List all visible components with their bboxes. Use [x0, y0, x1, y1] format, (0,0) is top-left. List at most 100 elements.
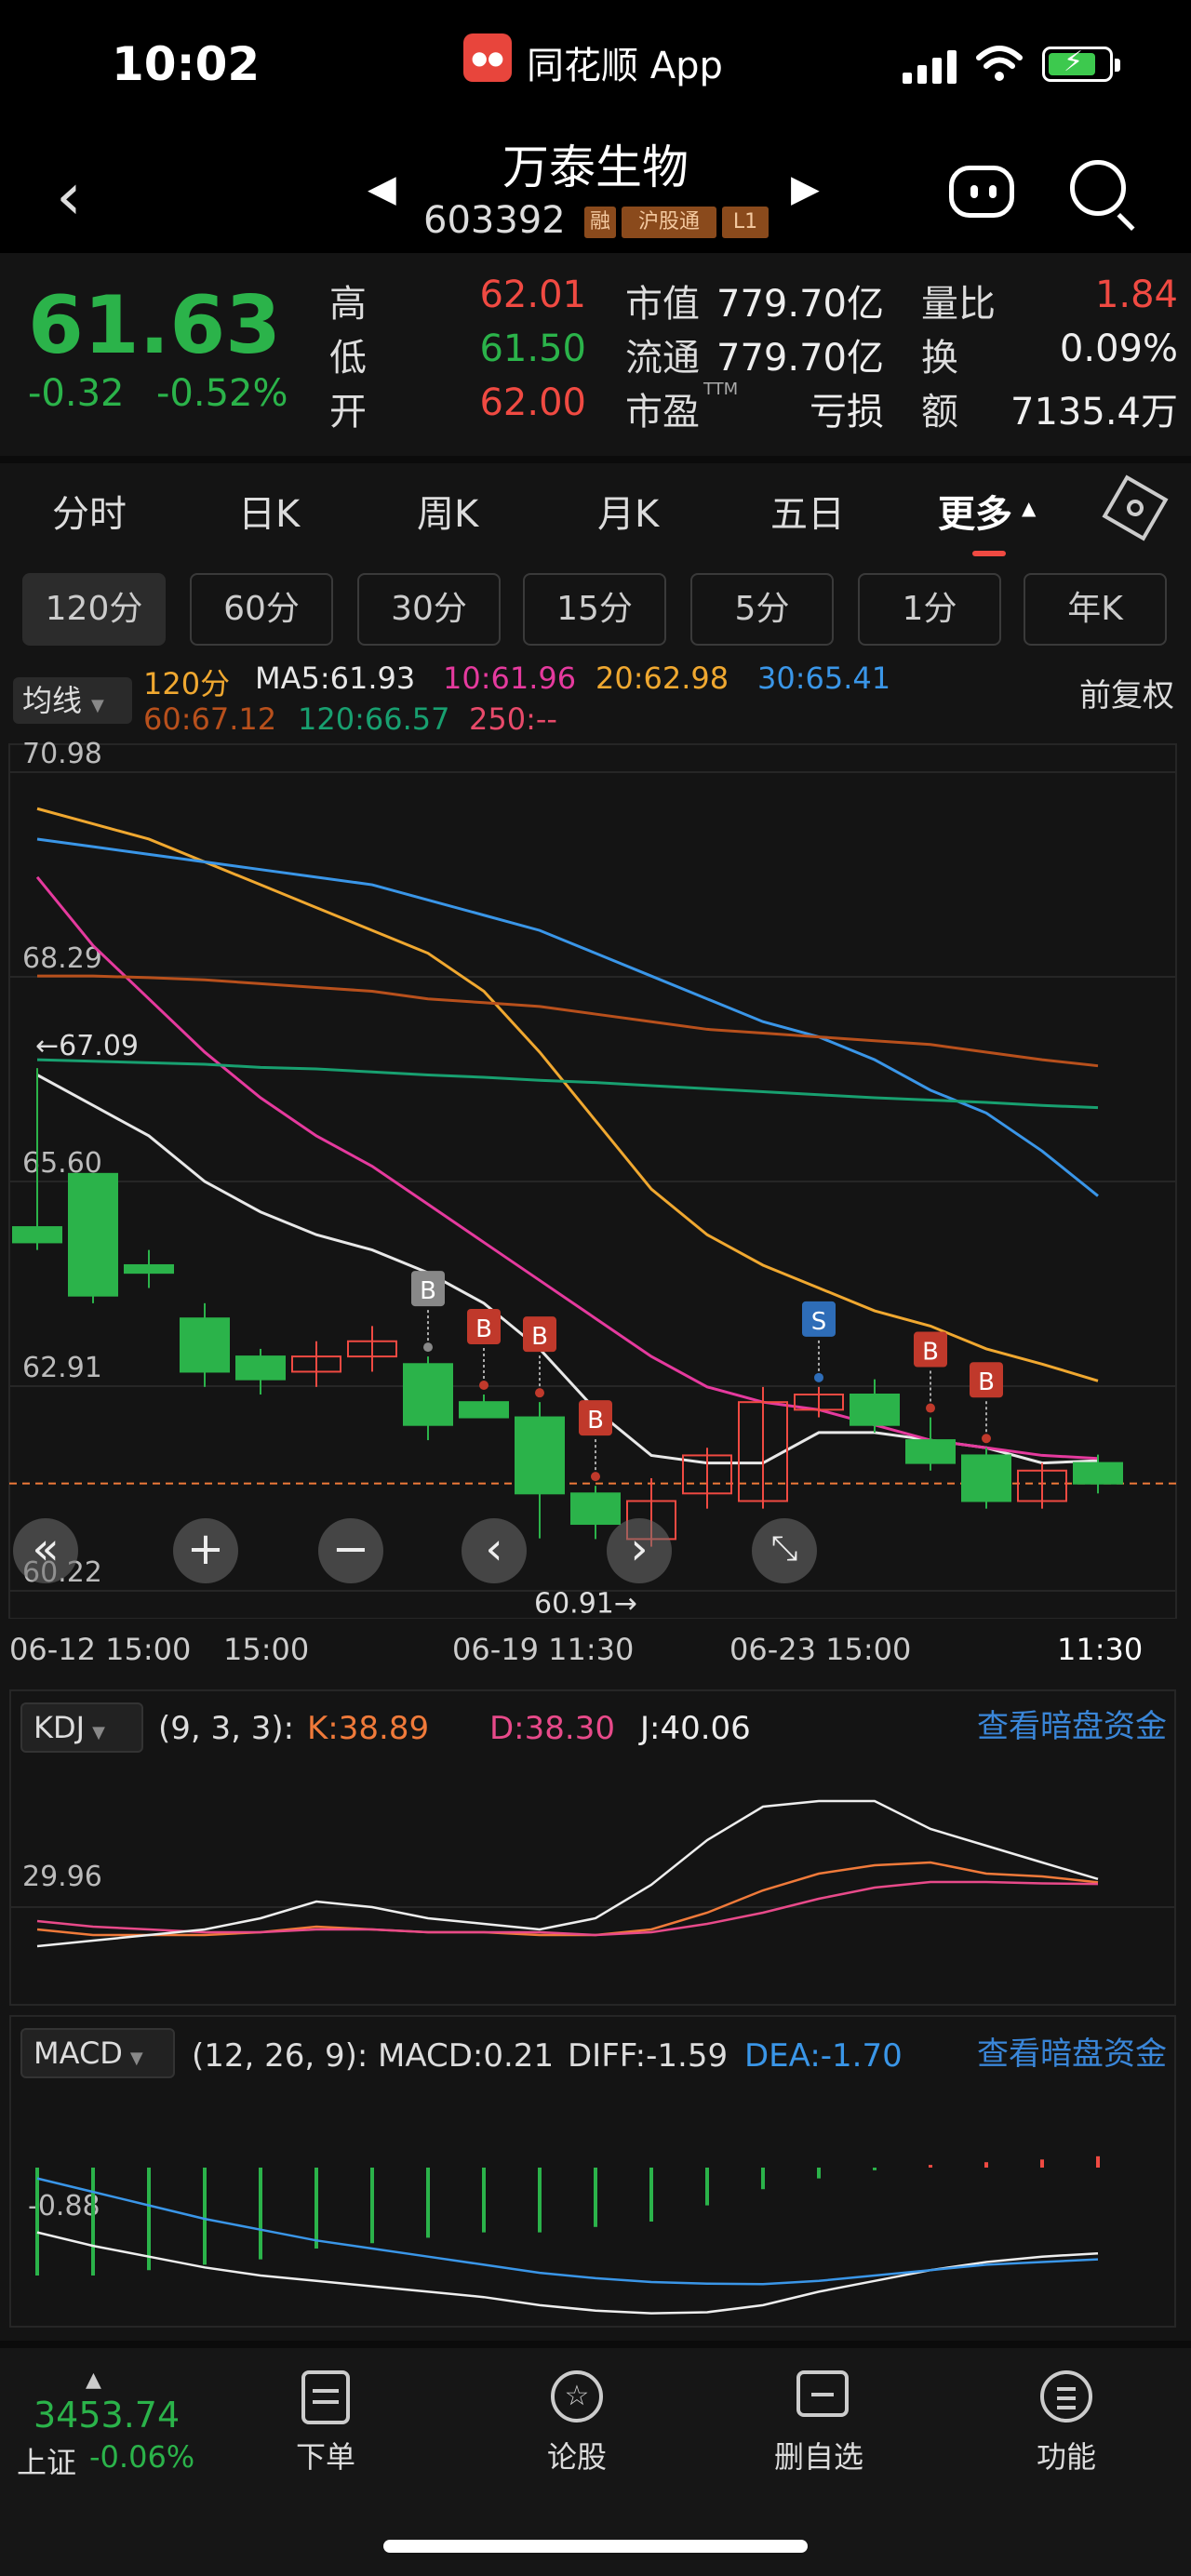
index-value[interactable]: 3453.74: [33, 2395, 180, 2436]
nav-remove-watchlist[interactable]: 删自选: [763, 2434, 875, 2476]
tab-five-day[interactable]: 五日: [770, 484, 845, 538]
tab-daily-k[interactable]: 日K: [238, 484, 300, 538]
order-icon[interactable]: [301, 2370, 350, 2424]
signal-dot: [423, 1342, 433, 1353]
ma-line-MA5: [36, 1074, 1099, 1465]
period-5min[interactable]: 5分: [690, 573, 834, 646]
candle-body: [124, 1263, 174, 1275]
macd-macd: MACD:0.21: [378, 2037, 555, 2075]
ma-line-120: [36, 1058, 1099, 1110]
kdj-line-J: [36, 1799, 1099, 1948]
turnover-label: 换: [921, 337, 958, 380]
wifi-icon: [976, 46, 1023, 81]
candle-body: [12, 1226, 62, 1244]
tab-weekly-k[interactable]: 周K: [417, 484, 478, 538]
signal-label: B: [475, 1315, 492, 1343]
menu-icon[interactable]: [1040, 2370, 1092, 2423]
price-change: -0.32: [28, 372, 125, 415]
high-value: 62.01: [479, 274, 586, 316]
open-label: 开: [329, 391, 367, 434]
high-label: 高: [329, 283, 367, 326]
dropdown-icon: ▼: [91, 696, 104, 715]
kdj-d: D:38.30: [489, 1710, 615, 1747]
period-30min[interactable]: 30分: [357, 573, 501, 646]
signal-label: B: [420, 1277, 436, 1305]
zoom-out-icon[interactable]: −: [318, 1518, 383, 1583]
dark-pool-link-kdj[interactable]: 查看暗盘资金: [977, 1701, 1167, 1746]
fullscreen-icon[interactable]: ⤡: [752, 1518, 817, 1583]
candle-body: [905, 1439, 956, 1464]
kdj-line-D: [36, 1880, 1099, 1937]
signal-dot: [479, 1380, 488, 1390]
time-axis-label-5: 11:30: [1057, 1632, 1144, 1667]
tab-more[interactable]: 更多: [938, 484, 1012, 538]
kdj-j: J:40.06: [640, 1710, 751, 1747]
ma10-value: 10:61.96: [443, 661, 577, 696]
period-60min[interactable]: 60分: [190, 573, 333, 646]
signal-dot: [814, 1372, 823, 1382]
ma20-value: 20:62.98: [596, 661, 729, 696]
macd-line-DEA: [36, 2177, 1099, 2286]
stock-code: 603392: [423, 199, 566, 242]
signal-label: B: [587, 1407, 604, 1435]
expand-up-icon[interactable]: ▲: [86, 2369, 101, 2392]
signal-label: S: [811, 1308, 827, 1336]
tab-monthly-k[interactable]: 月K: [597, 484, 659, 538]
period-1min[interactable]: 1分: [858, 573, 1001, 646]
ma-selector[interactable]: 均线 ▼: [13, 677, 132, 724]
macd-dea: DEA:-1.70: [744, 2037, 903, 2075]
amount-value: 7135.4万: [1010, 391, 1178, 434]
home-indicator: [383, 2540, 808, 2553]
discuss-star-icon[interactable]: ☆: [551, 2370, 603, 2423]
signal-icon: [903, 47, 960, 84]
signal-dot: [535, 1388, 544, 1398]
battery-icon: ⚡: [1042, 46, 1120, 82]
tab-intraday[interactable]: 分时: [52, 484, 127, 538]
signal-dot: [982, 1434, 991, 1444]
mktcap-label: 市值: [625, 283, 700, 326]
turnover-value: 0.09%: [1059, 327, 1178, 370]
nav-order[interactable]: 下单: [270, 2434, 381, 2476]
candle-body: [403, 1363, 453, 1426]
y-axis-tick: 62.91: [22, 1352, 102, 1384]
time-axis-label-4: 06-23 15:00: [729, 1632, 912, 1667]
kdj-selector[interactable]: KDJ ▼: [20, 1702, 143, 1753]
search-icon[interactable]: [1070, 160, 1135, 232]
candlestick-chart[interactable]: 70.9868.2965.6062.9160.22BBBBSBB←67.0960…: [0, 735, 1191, 1619]
nav-discuss[interactable]: 论股: [521, 2434, 633, 2476]
price-adjust-mode[interactable]: 前复权: [1079, 670, 1174, 715]
ma30-value: 30:65.41: [757, 661, 891, 696]
scroll-right-icon[interactable]: ›: [607, 1518, 672, 1583]
vol-ratio-value: 1.84: [1094, 274, 1178, 316]
nav-functions[interactable]: 功能: [1010, 2434, 1122, 2476]
period-yearly-k[interactable]: 年K: [1024, 573, 1167, 646]
rewind-icon[interactable]: «: [13, 1518, 78, 1583]
remove-watch-icon[interactable]: [796, 2370, 849, 2417]
candle-body: [515, 1416, 565, 1495]
macd-selector[interactable]: MACD ▼: [20, 2028, 175, 2078]
next-stock-icon[interactable]: ▶: [791, 167, 820, 210]
candle-body: [459, 1401, 509, 1419]
period-15min[interactable]: 15分: [523, 573, 666, 646]
dark-pool-link-macd[interactable]: 查看暗盘资金: [977, 2028, 1167, 2074]
robot-icon[interactable]: [949, 166, 1014, 218]
dropdown-icon: ▼: [129, 2049, 143, 2068]
period-120min[interactable]: 120分: [22, 573, 166, 646]
candle-body: [68, 1172, 118, 1297]
back-icon[interactable]: ‹: [56, 158, 82, 234]
low-price-marker: 60.91→: [534, 1588, 637, 1619]
time-axis-label-1: 06-12 15:00: [9, 1632, 192, 1667]
candle-body: [1073, 1462, 1123, 1485]
macd-diff: DIFF:-1.59: [568, 2037, 729, 2075]
zoom-in-icon[interactable]: +: [173, 1518, 238, 1583]
prev-stock-icon[interactable]: ◀: [368, 167, 396, 210]
app-logo-icon: ●●: [463, 33, 512, 82]
kdj-selector-label: KDJ: [33, 1710, 86, 1745]
kdj-params: (9, 3, 3):: [158, 1710, 295, 1747]
scroll-left-icon[interactable]: ‹: [462, 1518, 527, 1583]
tag-margin: 融: [584, 207, 616, 238]
candle-body: [235, 1355, 286, 1381]
time-axis-label-3: 06-19 11:30: [452, 1632, 635, 1667]
index-name: 上证: [17, 2445, 77, 2480]
y-axis-tick: 68.29: [22, 942, 102, 975]
